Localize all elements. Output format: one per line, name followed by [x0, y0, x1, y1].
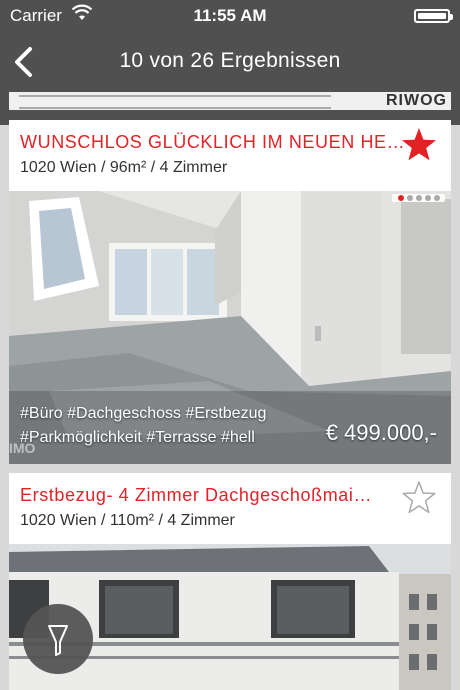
status-time: 11:55 AM — [193, 6, 267, 25]
tags-line-2: #Parkmöglichkeit #Terrasse #hell — [20, 429, 255, 446]
navigation-bar: 10 von 26 Ergebnissen — [0, 32, 460, 92]
pager-dot-active — [397, 195, 404, 201]
pager-dot — [424, 195, 431, 201]
page-title: 10 von 26 Ergebnissen — [119, 49, 341, 72]
listing-title[interactable]: WUNSCHLOS GLÜCKLICH IM NEUEN HE… — [20, 132, 405, 153]
favorite-star-outline-icon[interactable] — [399, 478, 439, 518]
image-pager-dots — [392, 194, 445, 202]
previous-image-detail — [19, 95, 331, 109]
pager-dot — [433, 195, 440, 201]
listing-price: € 499.000,- — [325, 420, 437, 445]
battery-icon — [414, 9, 453, 23]
listing-card[interactable]: WUNSCHLOS GLÜCKLICH IM NEUEN HE… 1020 Wi… — [9, 120, 451, 464]
listing-details: 1020 Wien / 96m² / 4 Zimmer — [20, 159, 228, 176]
pager-dot — [415, 195, 422, 201]
previous-image-logo: RIWOG — [386, 92, 447, 109]
listing-details: 1020 Wien / 110m² / 4 Zimmer — [20, 512, 235, 529]
status-bar: Carrier 11:55 AM — [0, 0, 460, 32]
filter-funnel-icon — [48, 625, 68, 656]
listing-photo[interactable]: IMO #Büro #Dachgeschoss #Erstbezug #Park… — [9, 191, 451, 464]
pager-dot — [406, 195, 413, 201]
listing-tags: #Büro #Dachgeschoss #Erstbezug #Parkmögl… — [20, 402, 266, 450]
filter-button[interactable] — [23, 604, 93, 674]
tags-line-1: #Büro #Dachgeschoss #Erstbezug — [20, 405, 267, 422]
favorite-star-icon[interactable] — [399, 125, 439, 165]
previous-listing-image[interactable]: RIWOG — [9, 92, 451, 110]
listing-title[interactable]: Erstbezug- 4 Zimmer Dachgeschoßmai… — [20, 485, 372, 506]
